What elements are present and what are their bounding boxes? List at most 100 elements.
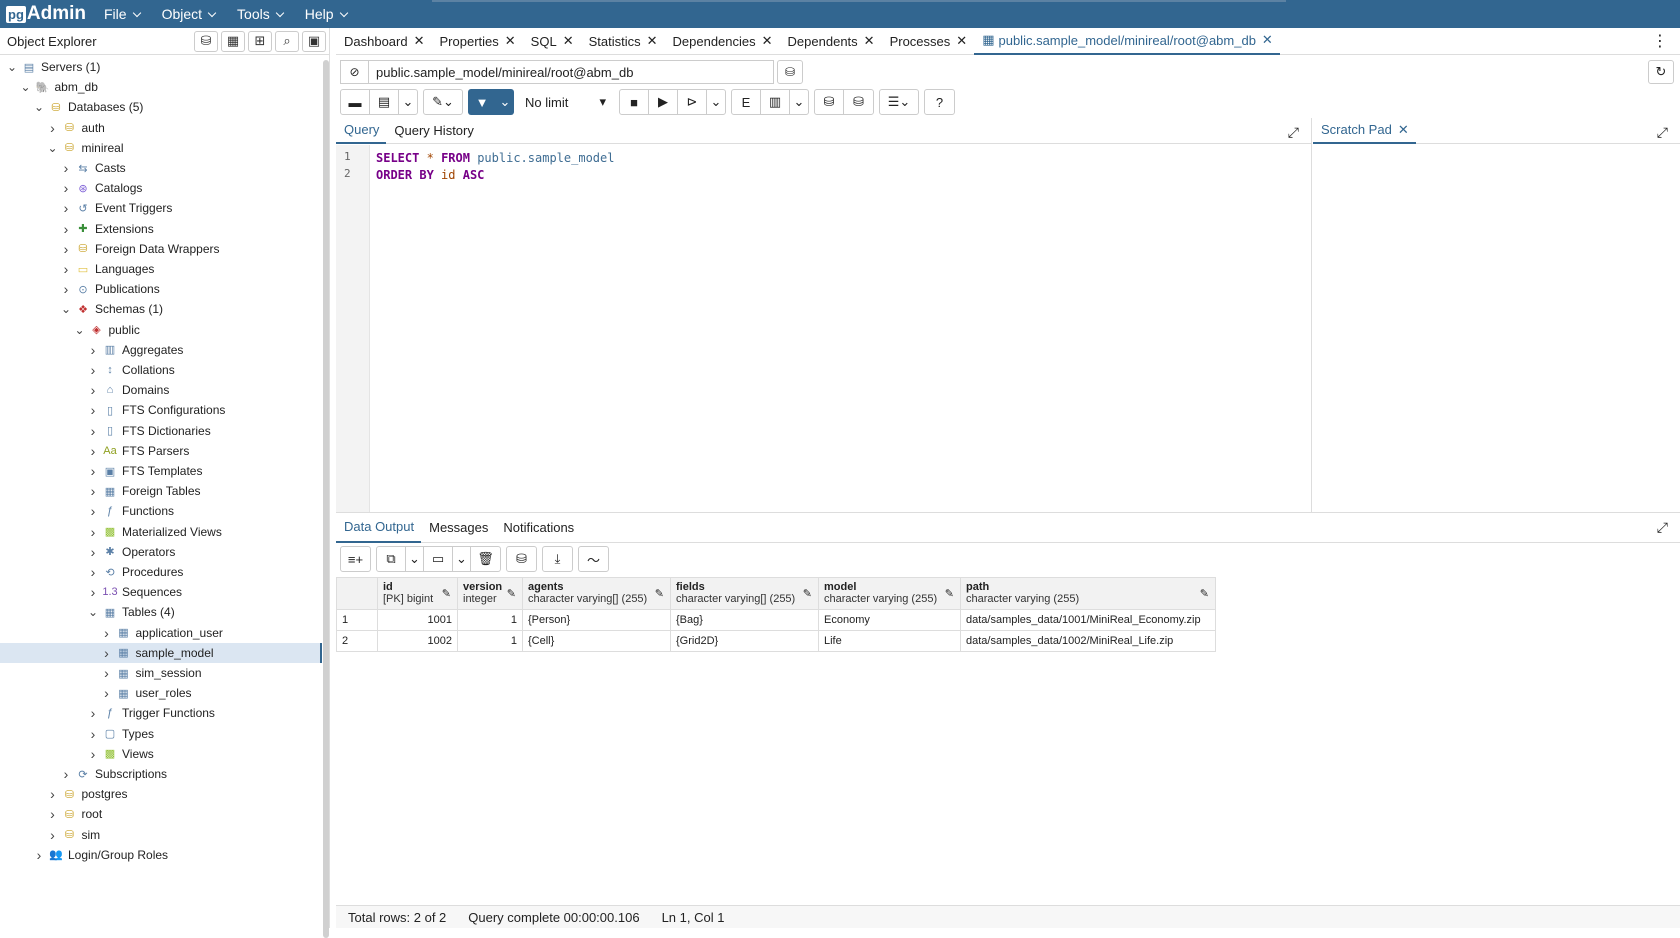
- tree-node[interactable]: › ƒ Trigger Functions: [0, 703, 215, 723]
- close-icon[interactable]: ✕: [1262, 32, 1273, 48]
- column-header[interactable]: model character varying (255) ✎: [818, 577, 961, 610]
- table-cell[interactable]: {Grid2D}: [670, 630, 819, 652]
- copy-icon[interactable]: ⧉: [377, 547, 406, 571]
- psql-tool-icon[interactable]: ▣: [302, 30, 326, 52]
- close-icon[interactable]: ✕: [563, 33, 574, 49]
- chevron-right-icon[interactable]: ›: [87, 443, 99, 459]
- chevron-right-icon[interactable]: ›: [87, 584, 99, 600]
- table-cell[interactable]: {Cell}: [522, 630, 671, 652]
- tree-node[interactable]: ⌄ ❖ Schemas (1): [0, 299, 163, 319]
- table-cell[interactable]: data/samples_data/1002/MiniReal_Life.zip: [960, 630, 1216, 652]
- chevron-right-icon[interactable]: ›: [60, 180, 72, 196]
- query-tool-icon[interactable]: ⛁: [194, 30, 218, 52]
- chevron-right-icon[interactable]: ›: [87, 402, 99, 418]
- tree-node[interactable]: › ⟳ Subscriptions: [0, 764, 167, 784]
- execute-icon[interactable]: ▶: [649, 90, 678, 114]
- delete-icon[interactable]: 🗑: [471, 547, 500, 571]
- chevron-right-icon[interactable]: ›: [101, 685, 113, 701]
- edit-icon[interactable]: ✎: [655, 587, 664, 600]
- chevron-right-icon[interactable]: ›: [87, 746, 99, 762]
- tab-sql[interactable]: SQL ✕: [523, 28, 581, 55]
- chevron-right-icon[interactable]: ›: [60, 261, 72, 277]
- chevron-down-icon[interactable]: ⌄: [74, 323, 86, 337]
- close-icon[interactable]: ✕: [956, 33, 967, 49]
- tab-query-tool[interactable]: ▦ public.sample_model/minireal/root@abm_d…: [974, 28, 1280, 55]
- close-icon[interactable]: ✕: [1398, 122, 1409, 138]
- tab-data-output[interactable]: Data Output: [336, 513, 422, 543]
- chevron-right-icon[interactable]: ›: [101, 625, 113, 641]
- execute-options-icon[interactable]: ⊳: [678, 90, 707, 114]
- table-row[interactable]: 2 1002 1 {Cell} {Grid2D} Life data/samples_dat…: [336, 630, 1216, 652]
- paste-icon[interactable]: ▭: [424, 547, 453, 571]
- column-header[interactable]: version integer ✎: [457, 577, 523, 610]
- chevron-right-icon[interactable]: ›: [87, 726, 99, 742]
- save-data-icon[interactable]: ⛁: [507, 547, 536, 571]
- explain-icon[interactable]: E: [732, 90, 761, 114]
- chevron-right-icon[interactable]: ›: [33, 847, 45, 863]
- close-icon[interactable]: ✕: [647, 33, 658, 49]
- connection-selector[interactable]: ⊘ public.sample_model/minireal/root@abm_…: [340, 60, 774, 84]
- tree-node[interactable]: › ⛁ Foreign Data Wrappers: [0, 239, 220, 259]
- tree-node[interactable]: › ▩ Materialized Views: [0, 522, 222, 542]
- expand-icon[interactable]: ⤢: [1657, 124, 1668, 141]
- tree-node[interactable]: › ▦ application_user: [0, 623, 223, 643]
- edit-icon[interactable]: ✎: [803, 587, 812, 600]
- tree-node[interactable]: ⌄ ⛁ minireal: [0, 138, 123, 158]
- chevron-down-icon[interactable]: ⌄: [47, 141, 59, 155]
- chevron-right-icon[interactable]: ›: [101, 665, 113, 681]
- menu-help[interactable]: Help: [305, 6, 348, 22]
- chevron-right-icon[interactable]: ›: [87, 342, 99, 358]
- chevron-right-icon[interactable]: ›: [47, 827, 59, 843]
- tree-node[interactable]: › ▣ FTS Templates: [0, 461, 203, 481]
- row-number[interactable]: 1: [336, 609, 378, 631]
- chevron-right-icon[interactable]: ›: [60, 200, 72, 216]
- tree-node[interactable]: ⌄ ▤ Servers (1): [0, 57, 100, 77]
- chevron-right-icon[interactable]: ›: [87, 503, 99, 519]
- close-icon[interactable]: ✕: [864, 33, 875, 49]
- rollback-icon[interactable]: ⛁: [844, 90, 873, 114]
- tree-node[interactable]: › ▩ Views: [0, 744, 154, 764]
- tree-node[interactable]: › ⊙ Publications: [0, 279, 160, 299]
- tree-node[interactable]: › ↺ Event Triggers: [0, 198, 173, 218]
- tree-node[interactable]: › 👥 Login/Group Roles: [0, 845, 168, 865]
- column-header[interactable]: agents character varying[] (255) ✎: [522, 577, 671, 610]
- tree-node[interactable]: › ƒ Functions: [0, 501, 174, 521]
- chevron-down-icon[interactable]: ⌄: [60, 302, 72, 316]
- tab-processes[interactable]: Processes ✕: [882, 28, 975, 55]
- tree-node[interactable]: › ⇆ Casts: [0, 158, 126, 178]
- tab-statistics[interactable]: Statistics ✕: [581, 28, 665, 55]
- tree-node[interactable]: › ⊛ Catalogs: [0, 178, 143, 198]
- chevron-down-icon[interactable]: ⌄: [399, 90, 417, 114]
- tab-scratch-pad[interactable]: Scratch Pad ✕: [1313, 118, 1416, 144]
- chevron-right-icon[interactable]: ›: [87, 544, 99, 560]
- graph-icon[interactable]: 〜: [579, 547, 608, 571]
- chevron-down-icon[interactable]: ⌄: [790, 90, 808, 114]
- chevron-right-icon[interactable]: ›: [60, 241, 72, 257]
- column-header[interactable]: id [PK] bigint ✎: [377, 577, 458, 610]
- edit-icon[interactable]: ✎: [1200, 587, 1209, 600]
- chevron-right-icon[interactable]: ›: [47, 806, 59, 822]
- close-icon[interactable]: ✕: [505, 33, 516, 49]
- tree-node[interactable]: › ▯ FTS Dictionaries: [0, 421, 211, 441]
- tab-dashboard[interactable]: Dashboard ✕: [336, 28, 432, 55]
- chevron-right-icon[interactable]: ›: [60, 281, 72, 297]
- table-cell[interactable]: Economy: [818, 609, 961, 631]
- chevron-right-icon[interactable]: ›: [87, 524, 99, 540]
- chevron-down-icon[interactable]: ⌄: [707, 90, 725, 114]
- tree-node[interactable]: › ▦ user_roles: [0, 683, 191, 703]
- tree-node[interactable]: › ▭ Languages: [0, 259, 155, 279]
- tree-scrollbar[interactable]: [323, 60, 329, 938]
- chevron-down-icon[interactable]: ⌄: [6, 60, 18, 74]
- tree-node[interactable]: › ⛁ postgres: [0, 784, 127, 804]
- table-cell[interactable]: {Person}: [522, 609, 671, 631]
- tree-node[interactable]: › ▥ Aggregates: [0, 340, 184, 360]
- column-header[interactable]: path character varying (255) ✎: [960, 577, 1216, 610]
- row-limit-select[interactable]: No limit ▾: [519, 89, 614, 115]
- chevron-down-icon[interactable]: ⌄: [20, 80, 32, 94]
- chevron-right-icon[interactable]: ›: [47, 786, 59, 802]
- expand-icon[interactable]: ⤢: [1657, 519, 1668, 536]
- menu-file[interactable]: File: [104, 6, 141, 22]
- more-options-icon[interactable]: ⋮: [1652, 31, 1668, 51]
- refresh-icon[interactable]: ↻: [1648, 60, 1674, 84]
- tree-node[interactable]: › ▦ Foreign Tables: [0, 481, 201, 501]
